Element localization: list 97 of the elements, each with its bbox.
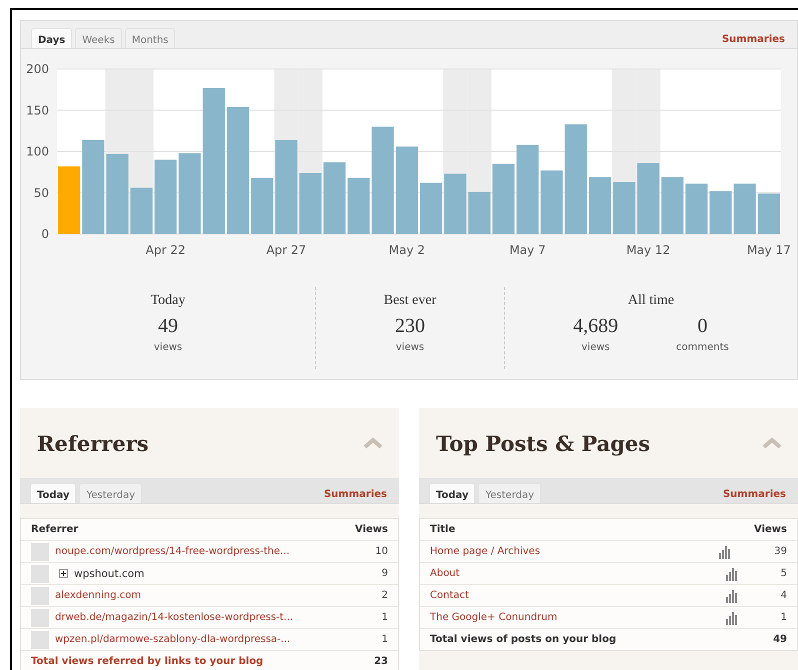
- views-bar[interactable]: [178, 153, 201, 234]
- views-bar[interactable]: [348, 178, 370, 234]
- post-link[interactable]: Contact: [430, 590, 469, 601]
- stat-value: 230: [395, 315, 425, 338]
- stat-value: 49: [158, 315, 178, 338]
- stat-value: 4,689: [573, 315, 618, 338]
- views-bar[interactable]: [420, 182, 442, 234]
- post-link[interactable]: The Google+ Conundrum: [430, 612, 558, 623]
- period-tab[interactable]: Weeks: [75, 28, 122, 48]
- stat-title: Today: [150, 293, 186, 309]
- summaries-link[interactable]: Summaries: [324, 489, 387, 503]
- views-bar[interactable]: [372, 126, 394, 234]
- column-header: Views: [355, 524, 388, 535]
- x-axis-label: Apr 27: [266, 243, 306, 257]
- views-bar[interactable]: [516, 144, 539, 234]
- x-axis-label: May 7: [509, 243, 546, 257]
- summaries-link[interactable]: Summaries: [722, 34, 785, 48]
- views-bar[interactable]: [444, 174, 466, 234]
- bar-chart-icon[interactable]: [724, 588, 739, 602]
- stat-value: 0: [697, 315, 708, 338]
- views-bar[interactable]: [130, 188, 153, 234]
- views-bar[interactable]: [299, 172, 322, 234]
- views-bar[interactable]: [637, 163, 660, 234]
- stat-title: All time: [628, 293, 674, 309]
- column-header: Views: [754, 524, 787, 535]
- views-bar[interactable]: [710, 191, 732, 234]
- box-title: Referrers: [37, 430, 149, 456]
- x-axis-label: May 12: [626, 243, 670, 257]
- post-link[interactable]: Home page / Archives: [430, 546, 540, 557]
- views-bar[interactable]: [226, 106, 250, 234]
- collapse-icon[interactable]: [363, 437, 383, 449]
- summaries-link[interactable]: Summaries: [722, 489, 786, 503]
- stat-unit: views: [582, 342, 610, 353]
- views-count: 10: [375, 546, 388, 557]
- day-tab[interactable]: Today: [30, 483, 76, 503]
- y-axis-label: 200: [26, 62, 49, 76]
- bar-chart-icon[interactable]: [724, 566, 739, 580]
- bar-chart-icon[interactable]: [718, 544, 732, 558]
- views-bar[interactable]: [588, 177, 612, 234]
- views-bar[interactable]: [396, 146, 418, 234]
- y-axis-label: 150: [26, 103, 49, 118]
- views-bar[interactable]: [58, 166, 80, 234]
- views-count: 4: [780, 590, 787, 601]
- y-axis-label: 50: [34, 186, 49, 200]
- views-count: 2: [382, 590, 388, 601]
- views-count: 1: [382, 612, 388, 623]
- views-count: 39: [774, 546, 787, 557]
- views-bar[interactable]: [613, 182, 636, 234]
- stat-unit: comments: [676, 342, 729, 353]
- box-title: Top Posts & Pages: [436, 430, 650, 456]
- views-bar[interactable]: [106, 154, 128, 234]
- x-axis-label: May 17: [746, 243, 791, 257]
- total-label: Total views referred by links to your blog: [31, 656, 264, 667]
- views-count: 9: [382, 568, 388, 579]
- stat-title: Best ever: [384, 293, 436, 309]
- views-bar[interactable]: [564, 124, 587, 234]
- column-header: Title: [430, 524, 456, 535]
- x-axis-label: May 2: [388, 243, 426, 257]
- x-axis-label: Apr 22: [146, 243, 186, 257]
- y-axis-label: 100: [26, 144, 49, 158]
- views-bar[interactable]: [154, 160, 177, 234]
- views-bar[interactable]: [202, 88, 225, 234]
- referrer-link[interactable]: noupe.com/wordpress/14-free-wordpress-the...: [55, 546, 290, 557]
- period-tab[interactable]: Days: [31, 28, 72, 48]
- views-bar[interactable]: [492, 164, 515, 234]
- stat-unit: views: [396, 342, 424, 353]
- views-bar[interactable]: [82, 140, 104, 234]
- referrer-group[interactable]: wpshout.com: [74, 568, 144, 580]
- day-tab[interactable]: Yesterday: [478, 483, 542, 503]
- collapse-icon[interactable]: [762, 437, 782, 449]
- views-count: 1: [382, 634, 388, 645]
- referrer-link[interactable]: wpzen.pl/darmowe-szablony-dla-wordpressa-...: [55, 634, 290, 645]
- views-bar[interactable]: [275, 140, 298, 234]
- views-bar[interactable]: [251, 178, 274, 234]
- stat-unit: views: [154, 342, 182, 353]
- views-bar[interactable]: [468, 192, 490, 234]
- post-link[interactable]: About: [430, 568, 460, 579]
- bar-chart-icon[interactable]: [724, 610, 739, 624]
- referrer-link[interactable]: alexdenning.com: [55, 590, 141, 601]
- day-tab[interactable]: Today: [429, 483, 476, 503]
- referrer-link[interactable]: drweb.de/magazin/14-kostenlose-wordpress-t...: [55, 612, 294, 623]
- total-count: 49: [773, 634, 787, 645]
- expand-icon[interactable]: [59, 569, 68, 578]
- views-bar[interactable]: [661, 177, 684, 234]
- day-tab[interactable]: Yesterday: [79, 483, 142, 503]
- views-bar[interactable]: [323, 162, 346, 234]
- y-axis-label: 0: [41, 227, 49, 241]
- views-bar[interactable]: [540, 170, 563, 234]
- views-bar[interactable]: [758, 194, 780, 234]
- total-label: Total views of posts on your blog: [430, 634, 616, 645]
- period-tab[interactable]: Months: [124, 28, 176, 48]
- views-count: 5: [780, 568, 787, 579]
- column-header: Referrer: [31, 524, 78, 535]
- views-bar[interactable]: [734, 184, 756, 234]
- views-count: 1: [780, 612, 787, 623]
- views-bar[interactable]: [685, 184, 708, 234]
- total-count: 23: [374, 656, 388, 667]
